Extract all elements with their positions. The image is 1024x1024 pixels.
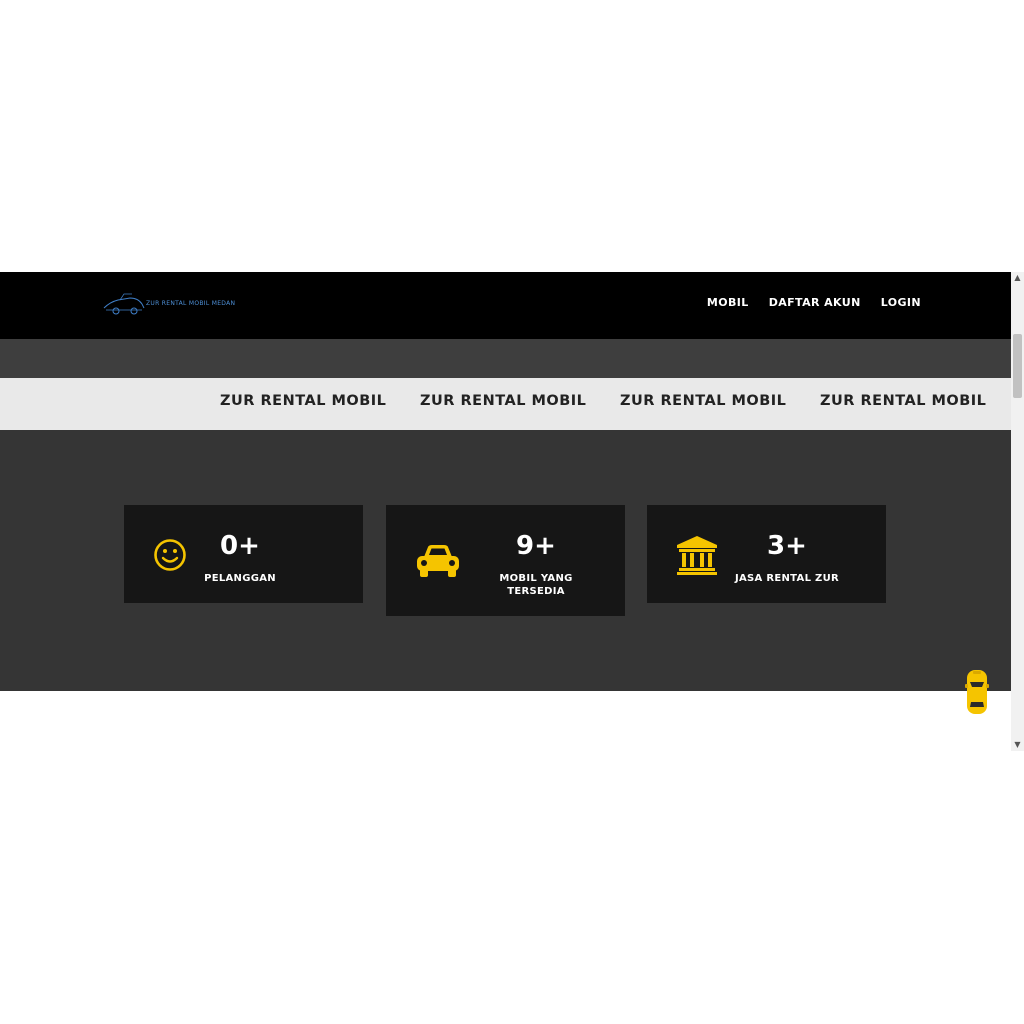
stat-card-jasa-rental: 3+ JASA RENTAL ZUR	[647, 505, 886, 603]
stats-section: 0+ PELANGGAN 9+ MOBIL YANG TERSEDIA 3+ J…	[0, 430, 1011, 691]
stat-label: JASA RENTAL ZUR	[735, 573, 839, 584]
scroll-thumb[interactable]	[1013, 334, 1022, 398]
logo-text: ZUR RENTAL MOBIL MEDAN	[146, 300, 236, 307]
floating-car-icon[interactable]	[964, 668, 990, 716]
nav-link-daftar-akun[interactable]: DAFTAR AKUN	[769, 296, 861, 309]
scroll-up-icon[interactable]: ▲	[1011, 272, 1024, 284]
stat-label: MOBIL YANG TERSEDIA	[499, 573, 573, 597]
marquee-item: ZUR RENTAL MOBIL MEDAN	[620, 393, 790, 409]
navbar: ZUR RENTAL MOBIL MEDAN MOBIL DAFTAR AKUN…	[0, 272, 1011, 339]
stat-card-pelanggan: 0+ PELANGGAN	[124, 505, 363, 603]
car-icon	[417, 545, 459, 577]
browser-viewport: ZUR RENTAL MOBIL MEDAN MOBIL DAFTAR AKUN…	[0, 272, 1024, 751]
nav-links: MOBIL DAFTAR AKUN LOGIN	[707, 296, 921, 309]
marquee-band: ZUR RENTAL MOBIL MEDAN ZUR RENTAL MOBIL …	[0, 378, 1011, 430]
nav-link-login[interactable]: LOGIN	[881, 296, 921, 309]
smiley-icon	[154, 539, 186, 571]
stat-card-mobil: 9+ MOBIL YANG TERSEDIA	[386, 505, 625, 616]
site-logo[interactable]: ZUR RENTAL MOBIL MEDAN	[102, 292, 236, 318]
car-logo-icon	[103, 293, 145, 315]
marquee-item: ZUR RENTAL MOBIL MEDAN	[420, 393, 590, 409]
stat-number: 3+	[767, 531, 807, 561]
scroll-down-icon[interactable]: ▼	[1011, 739, 1024, 751]
scrollbar[interactable]: ▲ ▼	[1011, 272, 1024, 751]
bank-icon	[677, 536, 717, 575]
hero-band	[0, 339, 1011, 378]
stat-number: 9+	[516, 531, 556, 561]
stat-number: 0+	[220, 531, 260, 561]
nav-link-mobil[interactable]: MOBIL	[707, 296, 749, 309]
marquee-item: ZUR RENTAL MOBIL MEDAN	[820, 393, 990, 409]
page: ZUR RENTAL MOBIL MEDAN MOBIL DAFTAR AKUN…	[0, 272, 1011, 751]
stat-label: PELANGGAN	[204, 573, 276, 584]
marquee-item: ZUR RENTAL MOBIL MEDAN	[220, 393, 390, 409]
